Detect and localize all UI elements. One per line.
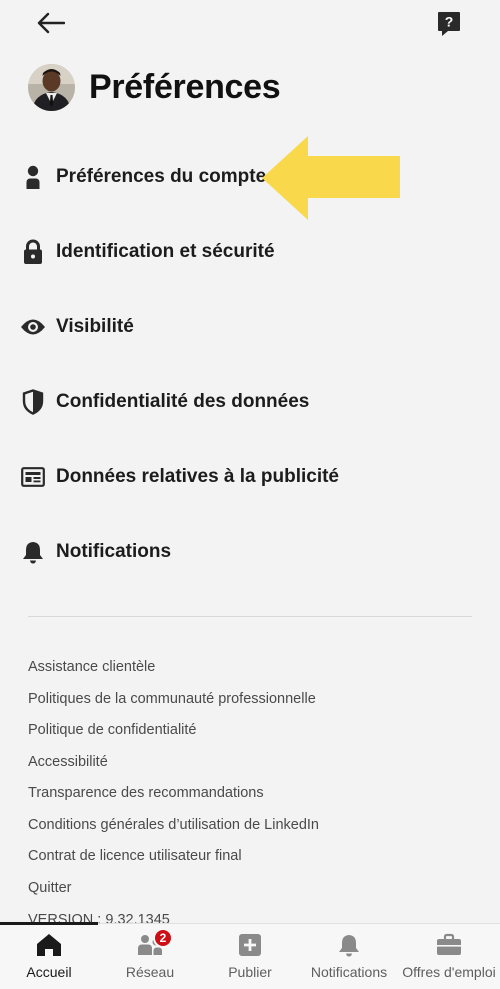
nav-label: Notifications xyxy=(310,964,388,980)
home-icon xyxy=(36,932,62,958)
divider xyxy=(28,616,472,617)
menu-item-label: Visibilité xyxy=(56,316,134,337)
shield-icon xyxy=(20,389,46,415)
page-header: Préférences xyxy=(28,62,281,112)
help-bubble-icon: ? xyxy=(438,12,460,36)
bell-icon xyxy=(336,932,362,958)
menu-item-visibilite[interactable]: Visibilité xyxy=(0,297,500,357)
highlight-arrow-icon xyxy=(262,136,400,220)
briefcase-icon xyxy=(436,932,462,958)
avatar[interactable] xyxy=(28,63,75,111)
back-button[interactable] xyxy=(34,8,68,38)
top-bar: ? xyxy=(0,0,500,50)
notification-badge: 2 xyxy=(153,928,173,948)
link-contrat-licence[interactable]: Contrat de licence utilisateur final xyxy=(28,848,242,864)
link-politique-confidentialite[interactable]: Politique de confidentialité xyxy=(28,722,196,738)
nav-publier[interactable]: Publier xyxy=(212,924,288,989)
profile-photo xyxy=(28,63,75,111)
nav-label: Offres d'emploi xyxy=(402,964,496,980)
link-politiques-communaute[interactable]: Politiques de la communauté professionne… xyxy=(28,691,316,707)
menu-item-donnees-publicite[interactable]: Données relatives à la publicité xyxy=(0,447,500,507)
page-title: Préférences xyxy=(89,67,281,106)
link-assistance-clientele[interactable]: Assistance clientèle xyxy=(28,659,155,675)
nav-reseau[interactable]: 2 Réseau xyxy=(112,924,188,989)
link-quitter[interactable]: Quitter xyxy=(28,880,72,896)
ad-card-icon xyxy=(20,464,46,490)
link-accessibilite[interactable]: Accessibilité xyxy=(28,754,108,770)
menu-item-identification-securite[interactable]: Identification et sécurité xyxy=(0,222,500,282)
nav-label: Accueil xyxy=(26,964,72,980)
menu-item-label: Données relatives à la publicité xyxy=(56,466,339,487)
bell-icon xyxy=(20,539,46,565)
nav-label: Publier xyxy=(228,964,272,980)
nav-offres-emploi[interactable]: Offres d'emploi xyxy=(398,924,500,989)
person-icon xyxy=(20,164,46,190)
menu-item-label: Préférences du compte xyxy=(56,166,267,187)
plus-square-icon xyxy=(237,932,263,958)
nav-accueil[interactable]: Accueil xyxy=(12,924,86,989)
arrow-left-icon xyxy=(37,12,65,34)
help-button[interactable]: ? xyxy=(436,10,462,38)
eye-icon xyxy=(20,314,46,340)
menu-item-label: Identification et sécurité xyxy=(56,241,275,262)
lock-icon xyxy=(20,239,46,265)
menu-item-notifications[interactable]: Notifications xyxy=(0,522,500,582)
svg-text:?: ? xyxy=(445,14,454,30)
menu-item-confidentialite-donnees[interactable]: Confidentialité des données xyxy=(0,372,500,432)
link-conditions-generales[interactable]: Conditions générales d’utilisation de Li… xyxy=(28,817,319,833)
nav-notifications[interactable]: Notifications xyxy=(304,924,394,989)
bottom-nav: Accueil 2 Réseau Publier Notifications O… xyxy=(0,922,500,989)
network-icon: 2 xyxy=(137,928,173,958)
nav-label: Réseau xyxy=(125,964,175,980)
menu-item-preferences-du-compte[interactable]: Préférences du compte xyxy=(0,147,500,207)
menu-item-label: Notifications xyxy=(56,541,172,562)
link-transparence-recommandations[interactable]: Transparence des recommandations xyxy=(28,785,264,801)
menu-item-label: Confidentialité des données xyxy=(56,391,310,412)
